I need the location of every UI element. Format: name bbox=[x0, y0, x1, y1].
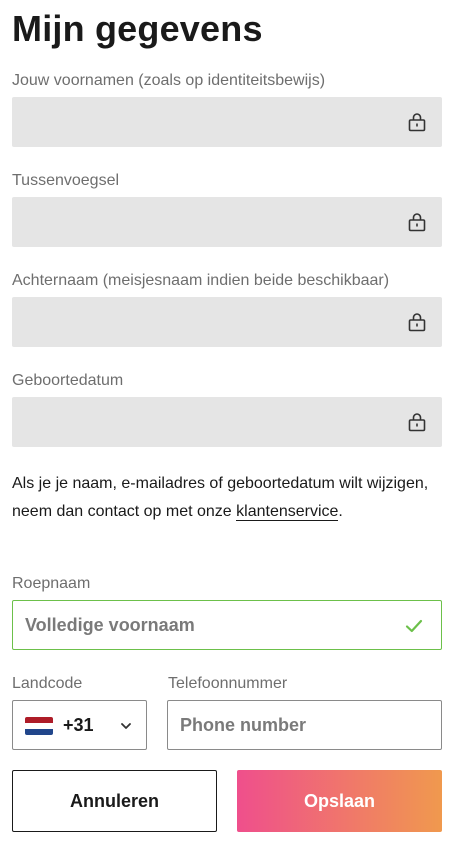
cancel-button[interactable]: Annuleren bbox=[12, 770, 217, 832]
first-names-field bbox=[12, 97, 442, 147]
check-icon bbox=[405, 619, 423, 633]
lock-icon bbox=[408, 113, 426, 132]
lock-icon bbox=[408, 413, 426, 432]
customer-service-link[interactable]: klantenservice bbox=[236, 503, 339, 521]
dial-code: +31 bbox=[63, 715, 94, 735]
profile-page: Mijn gegevens Jouw voornamen (zoals op i… bbox=[0, 0, 454, 842]
phone-number-field bbox=[167, 700, 442, 750]
nickname-input[interactable] bbox=[13, 601, 441, 649]
nickname-field bbox=[12, 600, 442, 650]
page-title: Mijn gegevens bbox=[12, 8, 263, 49]
lock-icon bbox=[408, 213, 426, 232]
phone-number-label: Telefoonnummer bbox=[168, 675, 288, 692]
country-code-select[interactable]: +31 bbox=[12, 700, 147, 750]
birthdate-label: Geboortedatum bbox=[12, 372, 124, 389]
phone-number-input[interactable] bbox=[168, 701, 441, 749]
infix-label: Tussenvoegsel bbox=[12, 172, 120, 189]
chevron-down-icon bbox=[121, 723, 131, 729]
last-name-field bbox=[12, 297, 442, 347]
lock-icon bbox=[408, 313, 426, 332]
infix-field bbox=[12, 197, 442, 247]
country-code-label: Landcode bbox=[12, 675, 83, 692]
nickname-label: Roepnaam bbox=[12, 575, 91, 592]
info-text: Als je je naam, e-mailadres of geboorted… bbox=[12, 475, 429, 520]
first-names-label: Jouw voornamen (zoals op identiteitsbewi… bbox=[12, 72, 326, 89]
birthdate-field bbox=[12, 397, 442, 447]
change-info-text: Als je je naam, e-mailadres of geboorted… bbox=[12, 470, 432, 526]
info-suffix: . bbox=[338, 503, 343, 520]
last-name-label: Achternaam (meisjesnaam indien beide bes… bbox=[12, 272, 390, 289]
save-button[interactable]: Opslaan bbox=[237, 770, 442, 832]
netherlands-flag bbox=[25, 717, 53, 735]
